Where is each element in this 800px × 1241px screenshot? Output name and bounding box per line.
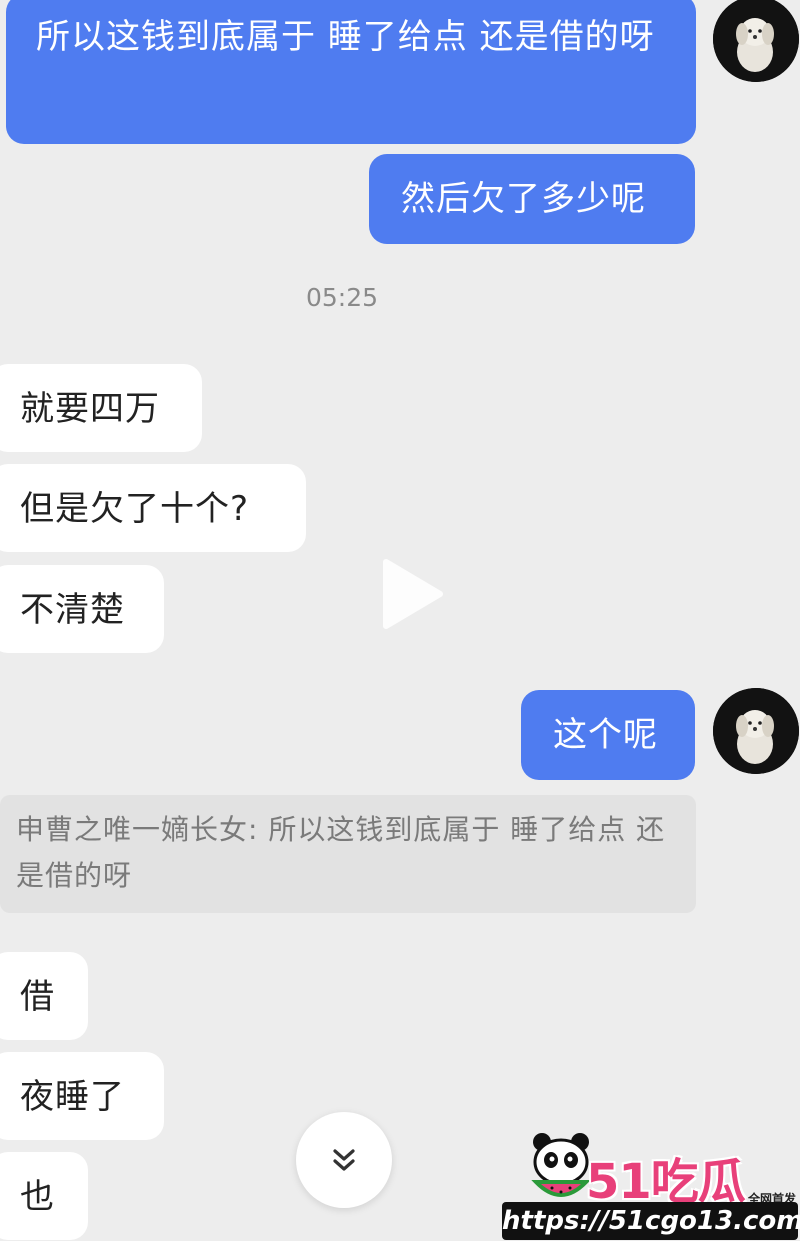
message-bubble-incoming[interactable]: 但是欠了十个? (0, 464, 306, 552)
message-bubble-incoming[interactable]: 夜睡了 (0, 1052, 164, 1140)
scroll-to-bottom-button[interactable] (296, 1112, 392, 1208)
dog-avatar[interactable] (713, 0, 799, 82)
message-bubble-incoming[interactable]: 也 (0, 1152, 88, 1240)
play-icon[interactable] (376, 556, 446, 632)
message-bubble-incoming[interactable]: 就要四万 (0, 364, 202, 452)
message-timestamp: 05:25 (305, 283, 379, 312)
watermark-url: https://51cgo13.com (502, 1202, 800, 1240)
chevron-double-down-icon (333, 1149, 355, 1171)
chat-area[interactable]: 所以这钱到底属于 睡了给点 还是借的呀 然后欠了多少呢 05:25 就要四万 但… (0, 0, 800, 1241)
message-bubble-outgoing[interactable]: 然后欠了多少呢 (369, 154, 695, 244)
message-bubble-incoming[interactable]: 借 (0, 952, 88, 1040)
dog-avatar-icon (713, 0, 799, 82)
message-bubble-outgoing[interactable]: 这个呢 (521, 690, 695, 780)
message-bubble-outgoing[interactable]: 所以这钱到底属于 睡了给点 还是借的呀 (6, 0, 696, 144)
dog-avatar-icon (713, 688, 799, 774)
watermark: 51吃瓜 全网首发 https://51cgo13.com (500, 1124, 800, 1241)
quoted-reply[interactable]: 申曹之唯一嫡长女: 所以这钱到底属于 睡了给点 还是借的呀 (0, 795, 696, 913)
message-bubble-incoming[interactable]: 不清楚 (0, 565, 164, 653)
dog-avatar[interactable] (713, 688, 799, 774)
